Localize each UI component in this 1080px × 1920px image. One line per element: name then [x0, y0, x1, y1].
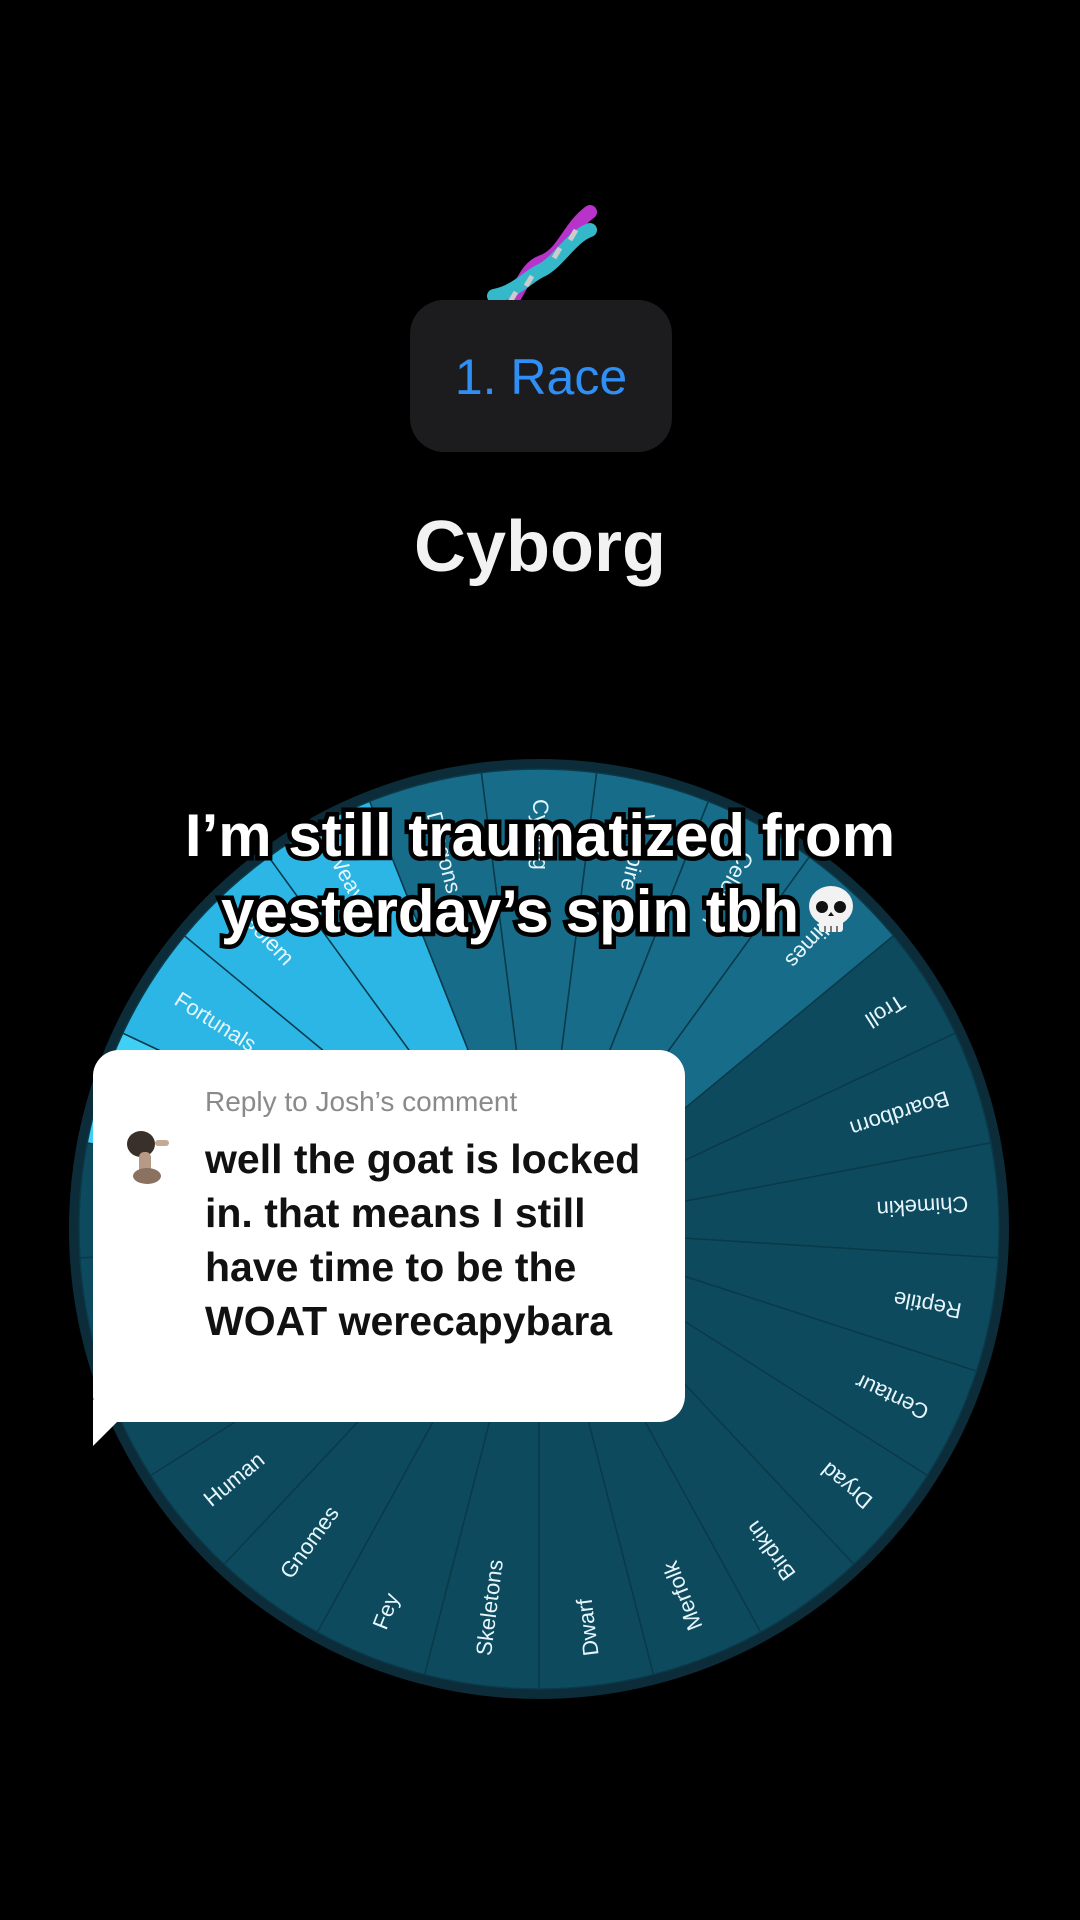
caption-line-2-text: yesterday’s spin tbh	[217, 874, 804, 950]
video-caption: I’m still traumatized from yesterday’s s…	[60, 798, 1020, 950]
reply-comment-text: well the goat is locked in. that means I…	[205, 1136, 641, 1344]
avatar-image	[117, 1122, 179, 1184]
caption-line-2: yesterday’s spin tbh	[60, 874, 1020, 950]
reply-header: Reply to Josh’s comment	[205, 1086, 518, 1117]
reply-card[interactable]: Reply to Josh’s comment well the goat is…	[93, 1050, 685, 1422]
race-step-chip[interactable]: 1. Race	[410, 300, 672, 452]
avatar[interactable]	[117, 1122, 179, 1184]
race-label: 1. Race	[454, 349, 628, 405]
caption-line-1: I’m still traumatized from	[180, 798, 899, 874]
spin-result: Cyborg	[414, 507, 666, 587]
skull-icon	[808, 886, 853, 932]
